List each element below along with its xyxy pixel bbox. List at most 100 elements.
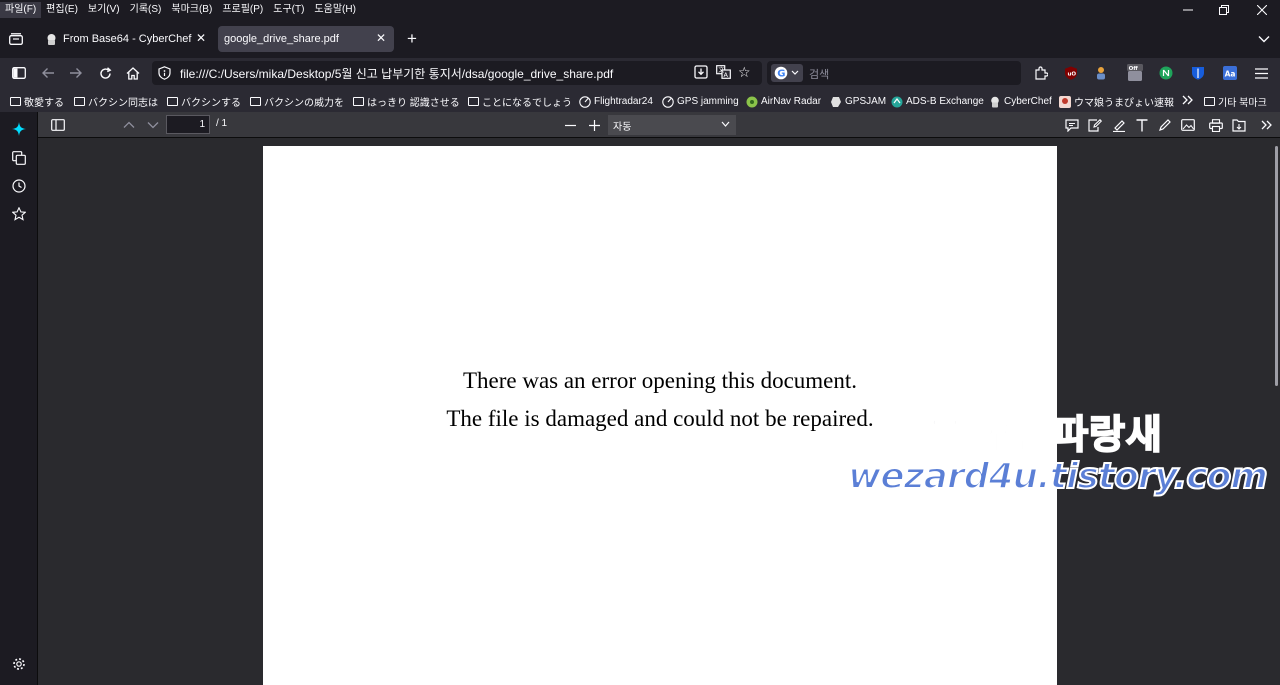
extensions-button[interactable] xyxy=(1030,63,1052,83)
bookmark-link[interactable]: GPSJAM xyxy=(830,93,886,109)
url-bar[interactable]: file:///C:/Users/mika/Desktop/5월 신고 납부기한… xyxy=(152,61,762,85)
bookmark-folder[interactable]: バクシンする xyxy=(167,93,241,109)
bitwarden-button[interactable] xyxy=(1187,63,1209,83)
tab-title: google_drive_share.pdf xyxy=(224,33,339,45)
search-engine-selector[interactable]: G xyxy=(771,64,803,82)
minimize-button[interactable] xyxy=(1170,0,1206,20)
back-button[interactable] xyxy=(37,63,59,83)
bookmark-link[interactable]: ADS-B Exchange xyxy=(891,93,984,109)
ublock-origin-button[interactable]: uO xyxy=(1060,63,1082,83)
add-comment-button[interactable] xyxy=(1062,116,1082,134)
chevron-down-icon xyxy=(1258,36,1270,43)
new-tab-icon[interactable]: + xyxy=(402,29,422,49)
translate-ext-icon: Aa xyxy=(1223,66,1237,80)
home-button[interactable] xyxy=(122,63,144,83)
cyberchef-icon xyxy=(989,96,1001,108)
zoom-in-button[interactable] xyxy=(584,116,604,134)
tab-overview-button[interactable] xyxy=(6,29,26,49)
menu-help[interactable]: 도움말(H) xyxy=(309,2,360,18)
zoom-select[interactable]: 자동 xyxy=(608,115,736,135)
bookmark-link[interactable]: ウマ娘うまぴょい速報 xyxy=(1059,93,1174,109)
bookmarks-sidebar-button[interactable] xyxy=(9,204,29,224)
previous-page-button[interactable] xyxy=(119,116,139,134)
bookmark-label: CyberChef xyxy=(1004,95,1052,107)
tab-pdf[interactable]: google_drive_share.pdf ✕ xyxy=(218,26,394,52)
bookmark-label: バクシンの威力を xyxy=(264,97,344,109)
toggle-pdf-sidebar-button[interactable] xyxy=(48,116,68,134)
bookmark-link[interactable]: GPS jamming xyxy=(662,93,739,109)
highlighter-icon xyxy=(1113,119,1125,132)
bookmarks-overflow-button[interactable] xyxy=(1180,92,1194,108)
save-pdf-button[interactable] xyxy=(1229,116,1249,134)
extension-user-button[interactable] xyxy=(1090,63,1112,83)
url-text[interactable]: file:///C:/Users/mika/Desktop/5월 신고 납부기한… xyxy=(180,65,613,82)
menu-view[interactable]: 보기(V) xyxy=(83,2,125,18)
bookmark-folder[interactable]: 敬愛する xyxy=(10,93,64,109)
bookmark-star-icon[interactable]: ☆ xyxy=(738,64,751,81)
bookmark-label: バクシンする xyxy=(181,97,241,109)
list-all-tabs-button[interactable] xyxy=(1254,29,1274,49)
bookmark-link[interactable]: CyberChef xyxy=(989,93,1052,109)
reload-button[interactable] xyxy=(94,63,116,83)
minimize-icon xyxy=(1183,9,1193,11)
tools-menu-button[interactable] xyxy=(1257,116,1277,134)
extension-green-button[interactable] xyxy=(1155,63,1177,83)
folder-icon xyxy=(167,96,178,106)
forward-arrow-icon xyxy=(70,68,82,78)
add-text-button[interactable] xyxy=(1132,116,1152,134)
synced-tabs-button[interactable] xyxy=(9,148,29,168)
save-icon xyxy=(1232,118,1246,132)
menu-history[interactable]: 기록(S) xyxy=(125,2,167,18)
extension-off-button[interactable]: Off xyxy=(1124,63,1146,83)
forward-button[interactable] xyxy=(65,63,87,83)
edit-text-button[interactable] xyxy=(1085,116,1105,134)
zoom-out-button[interactable] xyxy=(560,116,580,134)
bookmark-folder[interactable]: ことになるでしょう xyxy=(468,93,572,109)
sidebar-panel-icon xyxy=(51,119,65,131)
tab-cyberchef[interactable]: From Base64 - CyberChef ✕ xyxy=(38,26,214,52)
bookmark-folder[interactable]: バクシンの威力を xyxy=(250,93,344,109)
cyberchef-icon xyxy=(45,33,58,46)
bookmark-label: ADS-B Exchange xyxy=(906,95,984,107)
menu-tools[interactable]: 도구(T) xyxy=(268,2,309,18)
other-bookmarks-folder[interactable]: 기타 북마크 xyxy=(1204,93,1267,109)
close-tab-icon[interactable]: ✕ xyxy=(376,31,386,45)
app-menu-button[interactable] xyxy=(1250,63,1272,83)
bookmark-label: ウマ娘うまぴょい速報 xyxy=(1074,97,1174,109)
site-info-icon[interactable] xyxy=(158,66,171,80)
menu-file[interactable]: 파일(F) xyxy=(0,2,42,18)
bookmark-folder[interactable]: バクシン同志は xyxy=(74,93,158,109)
gpsjam-icon xyxy=(830,96,842,107)
folder-icon xyxy=(468,96,479,106)
draw-button[interactable] xyxy=(1155,116,1175,134)
synced-tabs-icon xyxy=(12,151,26,165)
add-image-button[interactable] xyxy=(1178,116,1198,134)
menu-profiles[interactable]: 프로필(P) xyxy=(217,2,268,18)
translate-extension-button[interactable]: Aa xyxy=(1219,63,1241,83)
close-window-button[interactable] xyxy=(1244,0,1280,20)
close-tab-icon[interactable]: ✕ xyxy=(196,31,206,45)
bookmark-link[interactable]: AirNav Radar xyxy=(746,93,821,109)
hamburger-menu-icon xyxy=(1254,67,1268,79)
search-bar[interactable]: G 검색 xyxy=(767,61,1021,85)
restore-button[interactable] xyxy=(1206,0,1242,20)
menu-bookmarks[interactable]: 북마크(B) xyxy=(166,2,217,18)
translate-icon[interactable]: 文A xyxy=(716,65,731,79)
page-number-input[interactable] xyxy=(166,115,210,134)
history-button[interactable] xyxy=(9,176,29,196)
sidebar-toggle-button[interactable] xyxy=(8,63,30,83)
print-button[interactable] xyxy=(1206,116,1226,134)
highlight-button[interactable] xyxy=(1109,116,1129,134)
bookmark-link[interactable]: Flightradar24 xyxy=(579,93,653,109)
next-page-button[interactable] xyxy=(143,116,163,134)
bookmark-label: GPS jamming xyxy=(677,95,739,107)
bookmark-label: GPSJAM xyxy=(845,95,887,107)
bookmark-folder[interactable]: はっきり 認識させる xyxy=(353,93,460,109)
google-icon: G xyxy=(774,66,799,80)
save-to-downloads-icon[interactable] xyxy=(694,65,708,79)
sidebar-settings-button[interactable] xyxy=(9,654,29,674)
vertical-scrollbar[interactable] xyxy=(1275,146,1278,386)
page-total-label: / 1 xyxy=(216,118,228,129)
menu-edit[interactable]: 편집(E) xyxy=(41,2,83,18)
ai-chatbot-button[interactable] xyxy=(9,119,29,139)
